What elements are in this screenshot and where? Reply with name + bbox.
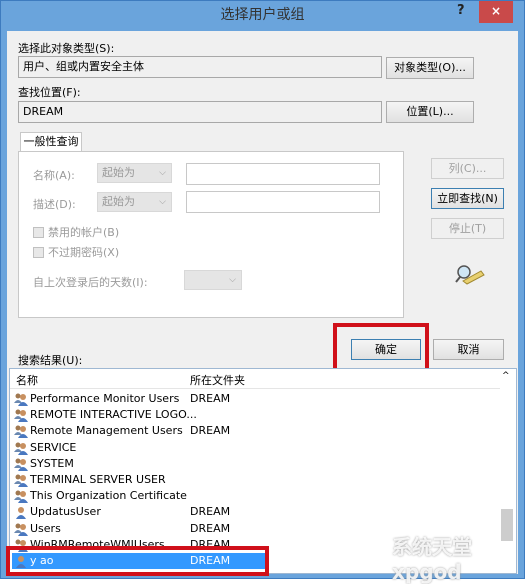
item-name: SYSTEM (30, 456, 74, 470)
query-panel: 名称(A): 起始为 ⌵ 描述(D): 起始为 ⌵ 禁用的帐户(B) 不过期密码(X… (18, 151, 404, 318)
object-type-field: 用户、组或内置安全主体 (18, 56, 382, 78)
search-magnifier-icon (455, 265, 485, 285)
list-item[interactable]: Remote Management Users DREAM (12, 423, 492, 439)
group-icon (14, 474, 28, 487)
dialog-title: 选择用户或组 (220, 7, 305, 23)
column-header-name[interactable]: 名称 (16, 372, 38, 388)
checkbox-box (33, 227, 44, 238)
item-name: TERMINAL SERVER USER (30, 473, 166, 486)
dialog-window: 选择用户或组 ? × 选择此对象类型(S): 用户、组或内置安全主体 对象类型(… (0, 0, 525, 584)
name-label: 名称(A): (33, 169, 75, 182)
group-icon (14, 442, 28, 455)
description-input[interactable] (186, 191, 380, 213)
item-folder: DREAM (190, 505, 231, 519)
item-name: SERVICE (30, 440, 77, 454)
list-item[interactable]: UpdatusUser DREAM (12, 504, 492, 520)
group-icon (14, 393, 28, 406)
group-icon (14, 409, 28, 423)
locations-button[interactable]: 位置(L)... (386, 101, 474, 123)
item-name: Remote Management Users (30, 424, 183, 438)
description-mode-value: 起始为 (102, 195, 135, 208)
location-label: 查找位置(F): (18, 86, 81, 99)
list-item[interactable]: Performance Monitor Users DREAM (12, 391, 492, 407)
description-mode-select[interactable]: 起始为 ⌵ (97, 192, 172, 212)
disabled-accounts-checkbox[interactable]: 禁用的帐户(B) (33, 224, 119, 240)
item-name: UpdatusUser (30, 505, 101, 519)
chevron-down-icon: ⌵ (159, 168, 166, 178)
chevron-down-icon: ⌵ (159, 197, 166, 207)
chevron-down-icon: ⌵ (229, 275, 236, 285)
list-item[interactable]: SERVICE (12, 440, 492, 456)
scrollbar-thumb[interactable] (501, 509, 513, 541)
disabled-accounts-label: 禁用的帐户(B) (48, 226, 120, 239)
highlight-selected-row-box (6, 546, 269, 576)
cancel-button[interactable]: 取消 (433, 339, 504, 360)
tab-general-query[interactable]: 一般性查询 (20, 132, 82, 152)
location-field: DREAM (18, 101, 382, 123)
group-icon (14, 458, 28, 471)
scrollbar[interactable]: ^ (500, 371, 514, 571)
list-item[interactable]: This Organization Certificate (12, 488, 492, 504)
group-icon (14, 490, 28, 504)
group-icon (14, 425, 28, 439)
find-now-button[interactable]: 立即查找(N) (431, 188, 504, 209)
object-types-button[interactable]: 对象类型(O)... (386, 57, 474, 79)
item-folder: DREAM (190, 424, 231, 438)
item-name: Users (30, 521, 61, 535)
object-type-label: 选择此对象类型(S): (18, 42, 115, 55)
watermark-logo: 系统天堂 xpgod (392, 535, 472, 584)
user-icon (16, 507, 26, 520)
item-name: This Organization Certificate (30, 489, 187, 503)
item-folder: DREAM (190, 521, 231, 535)
non-expiring-label: 不过期密码(X) (48, 246, 120, 259)
list-item[interactable]: REMOTE INTERACTIVE LOGO... (12, 407, 492, 423)
list-item[interactable]: TERMINAL SERVER USER (12, 472, 492, 488)
item-folder: DREAM (190, 392, 231, 405)
results-header: 名称 所在文件夹 (10, 369, 500, 389)
name-mode-value: 起始为 (102, 166, 135, 179)
name-mode-select[interactable]: 起始为 ⌵ (97, 163, 172, 183)
item-name: Performance Monitor Users (30, 392, 180, 405)
checkbox-box (33, 247, 44, 258)
description-label: 描述(D): (33, 198, 76, 211)
list-item[interactable]: SYSTEM (12, 456, 492, 472)
days-since-logon-label: 自上次登录后的天数(I): (33, 276, 148, 289)
group-icon (14, 523, 28, 536)
dialog-body: 选择此对象类型(S): 用户、组或内置安全主体 对象类型(O)... 查找位置(… (6, 31, 518, 584)
close-button[interactable]: × (479, 1, 513, 23)
non-expiring-password-checkbox[interactable]: 不过期密码(X) (33, 244, 119, 260)
days-since-logon-select[interactable]: ⌵ (184, 270, 242, 290)
scroll-up-icon[interactable]: ^ (502, 371, 510, 381)
stop-button[interactable]: 停止(T) (431, 218, 504, 239)
search-results-label: 搜索结果(U): (18, 354, 83, 367)
name-input[interactable] (186, 163, 380, 185)
column-header-folder[interactable]: 所在文件夹 (190, 372, 245, 388)
columns-button[interactable]: 列(C)... (431, 158, 504, 179)
item-name: REMOTE INTERACTIVE LOGO... (30, 408, 197, 422)
help-button[interactable]: ? (457, 3, 465, 18)
